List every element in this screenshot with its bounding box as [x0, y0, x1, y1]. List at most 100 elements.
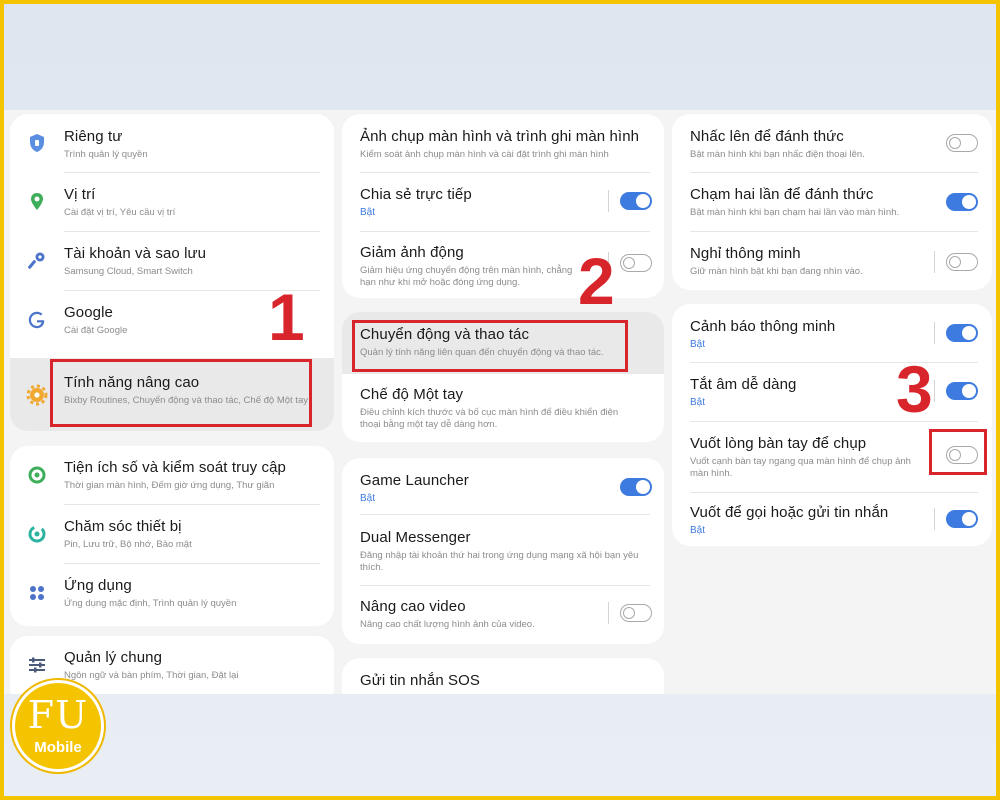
menu-item-smart-alert[interactable]: Cảnh báo thông minh Bật — [672, 304, 992, 362]
divider — [934, 380, 935, 402]
menu-item-title: Vị trí — [64, 186, 96, 203]
menu-item-subtitle: Vuốt cạnh bàn tay ngang qua màn hình để … — [690, 456, 911, 479]
menu-item-title: Chế độ Một tay — [360, 386, 464, 403]
menu-item-title: Ứng dụng — [64, 577, 132, 594]
advanced-features-panel: Ảnh chụp màn hình và trình ghi màn hình … — [338, 110, 668, 694]
motions-gestures-panel: Nhấc lên để đánh thức Bật màn hình khi b… — [668, 110, 996, 694]
menu-item-apps[interactable]: Ứng dụng Ứng dụng mặc định, Trình quản l… — [10, 564, 334, 622]
menu-item-subtitle: Kiểm soát ảnh chụp màn hình và cài đặt t… — [360, 149, 609, 160]
menu-item-subtitle: Đăng nhập tài khoản thứ hai trong ứng dụ… — [360, 550, 639, 573]
logo-text-top: FU — [27, 693, 89, 737]
menu-item-device-care[interactable]: Chăm sóc thiết bị Pin, Lưu trữ, Bộ nhớ, … — [10, 505, 334, 563]
fu-mobile-logo: FU Mobile — [12, 680, 104, 772]
device-care-icon — [26, 523, 48, 545]
menu-item-easy-mute[interactable]: Tắt âm dễ dàng Bật — [672, 363, 992, 421]
toggle-knob — [962, 195, 976, 209]
menu-item-title: Tắt âm dễ dàng — [690, 376, 797, 393]
menu-item-subtitle: Điều chỉnh kích thước và bố cục màn hình… — [360, 407, 619, 430]
gear-icon — [26, 384, 48, 406]
menu-item-dual-messenger[interactable]: Dual Messenger Đăng nhập tài khoản thứ h… — [342, 515, 664, 585]
menu-item-subtitle: Samsung Cloud, Smart Switch — [64, 266, 193, 277]
digital-wellbeing-icon — [26, 464, 48, 486]
menu-item-title: Chia sẻ trực tiếp — [360, 186, 472, 203]
menu-item-subtitle: Giữ màn hình bật khi bạn đang nhìn vào. — [690, 266, 863, 277]
menu-item-status: Bật — [690, 525, 706, 536]
smart-alert-toggle[interactable] — [946, 324, 978, 342]
settings-screenshot: Riêng tư Trình quản lý quyền Vị trí Cài … — [4, 110, 996, 694]
menu-item-double-tap-wake[interactable]: Chạm hai lần để đánh thức Bật màn hình k… — [672, 173, 992, 231]
toggle-knob — [948, 136, 961, 149]
sliders-icon — [26, 654, 48, 676]
step-number-2: 2 — [578, 244, 615, 318]
menu-item-digital-wellbeing[interactable]: Tiện ích số và kiểm soát truy cập Thời g… — [10, 446, 334, 504]
menu-item-subtitle: Nâng cao chất lượng hình ảnh của video. — [360, 619, 535, 630]
menu-item-smart-stay[interactable]: Nghỉ thông minh Giữ màn hình bật khi bạn… — [672, 232, 992, 290]
menu-item-title: Vuốt để gọi hoặc gửi tin nhắn — [690, 504, 889, 521]
divider — [608, 602, 609, 624]
lift-to-wake-toggle[interactable] — [946, 134, 978, 152]
menu-item-send-sos[interactable]: Gửi tin nhắn SOS — [342, 658, 664, 694]
menu-item-subtitle: Bật màn hình khi bạn nhấc điện thoại lên… — [690, 149, 865, 160]
menu-item-subtitle: Ứng dụng mặc định, Trình quản lý quyền — [64, 598, 237, 609]
menu-item-title: Cảnh báo thông minh — [690, 318, 836, 335]
swipe-call-message-toggle[interactable] — [946, 510, 978, 528]
menu-item-game-launcher[interactable]: Game Launcher Bật — [342, 458, 664, 514]
menu-item-status: Bật — [690, 397, 706, 408]
settings-card-device: Tiện ích số và kiểm soát truy cập Thời g… — [10, 446, 334, 626]
divider — [934, 322, 935, 344]
easy-mute-toggle[interactable] — [946, 382, 978, 400]
settings-card-motions-2: Cảnh báo thông minh Bật Tắt âm dễ dàng B… — [672, 304, 992, 546]
menu-item-status: Bật — [360, 207, 376, 218]
menu-item-title: Chạm hai lần để đánh thức — [690, 186, 874, 203]
smart-stay-toggle[interactable] — [946, 253, 978, 271]
game-launcher-toggle[interactable] — [620, 478, 652, 496]
video-enhancer-toggle[interactable] — [620, 604, 652, 622]
menu-item-title: Nghỉ thông minh — [690, 245, 801, 262]
menu-item-subtitle: Trình quản lý quyền — [64, 149, 148, 160]
menu-item-title: Tiện ích số và kiểm soát truy cập — [64, 459, 287, 476]
google-icon — [26, 309, 48, 331]
divider — [608, 190, 609, 212]
menu-item-title: Tài khoản và sao lưu — [64, 245, 207, 262]
logo-text-bottom: Mobile — [34, 739, 82, 756]
menu-item-location[interactable]: Vị trí Cài đặt vị trí, Yêu cầu vị trí — [10, 173, 334, 231]
menu-item-swipe-call-message[interactable]: Vuốt để gọi hoặc gửi tin nhắn Bật — [672, 493, 992, 546]
highlight-box-step-2 — [352, 320, 628, 372]
toggle-knob — [622, 256, 635, 269]
article-frame: Riêng tư Trình quản lý quyền Vị trí Cài … — [4, 4, 996, 796]
toggle-knob — [962, 326, 976, 340]
toggle-knob — [636, 194, 650, 208]
divider — [934, 251, 935, 273]
menu-item-title: Nâng cao video — [360, 598, 466, 615]
menu-item-title: Riêng tư — [64, 128, 123, 145]
direct-share-toggle[interactable] — [620, 192, 652, 210]
toggle-knob — [962, 384, 976, 398]
key-icon — [26, 250, 48, 272]
settings-card-advanced-1: Ảnh chụp màn hình và trình ghi màn hình … — [342, 114, 664, 298]
menu-item-reduce-animations[interactable]: Giảm ảnh động Giảm hiệu ứng chuyển động … — [342, 232, 664, 298]
menu-item-title: Google — [64, 304, 113, 321]
menu-item-one-handed-mode[interactable]: Chế độ Một tay Điều chỉnh kích thước và … — [342, 374, 664, 442]
reduce-animations-toggle[interactable] — [620, 254, 652, 272]
step-number-3: 3 — [896, 352, 933, 426]
toggle-knob — [622, 606, 635, 619]
menu-item-title: Dual Messenger — [360, 529, 471, 546]
menu-item-direct-share[interactable]: Chia sẻ trực tiếp Bật — [342, 173, 664, 231]
menu-item-lift-to-wake[interactable]: Nhấc lên để đánh thức Bật màn hình khi b… — [672, 114, 992, 172]
location-pin-icon — [26, 191, 48, 213]
menu-item-title: Quản lý chung — [64, 649, 163, 666]
step-number-1: 1 — [268, 280, 305, 354]
menu-item-subtitle: Pin, Lưu trữ, Bộ nhớ, Bảo mật — [64, 539, 192, 550]
menu-item-privacy[interactable]: Riêng tư Trình quản lý quyền — [10, 114, 334, 172]
menu-item-title: Nhấc lên để đánh thức — [690, 128, 844, 145]
menu-item-subtitle: Cài đặt vị trí, Yêu cầu vị trí — [64, 207, 176, 218]
menu-item-subtitle: Giảm hiệu ứng chuyển động trên màn hình,… — [360, 265, 573, 288]
double-tap-wake-toggle[interactable] — [946, 193, 978, 211]
menu-item-screenshots[interactable]: Ảnh chụp màn hình và trình ghi màn hình … — [342, 114, 664, 172]
menu-item-video-enhancer[interactable]: Nâng cao video Nâng cao chất lượng hình … — [342, 586, 664, 644]
settings-card-advanced-4: Gửi tin nhắn SOS — [342, 658, 664, 694]
menu-item-title: Game Launcher — [360, 472, 469, 489]
menu-item-title: Chăm sóc thiết bị — [64, 518, 182, 535]
menu-item-status: Bật — [690, 339, 706, 350]
menu-item-subtitle: Ngôn ngữ và bàn phím, Thời gian, Đặt lại — [64, 670, 239, 681]
